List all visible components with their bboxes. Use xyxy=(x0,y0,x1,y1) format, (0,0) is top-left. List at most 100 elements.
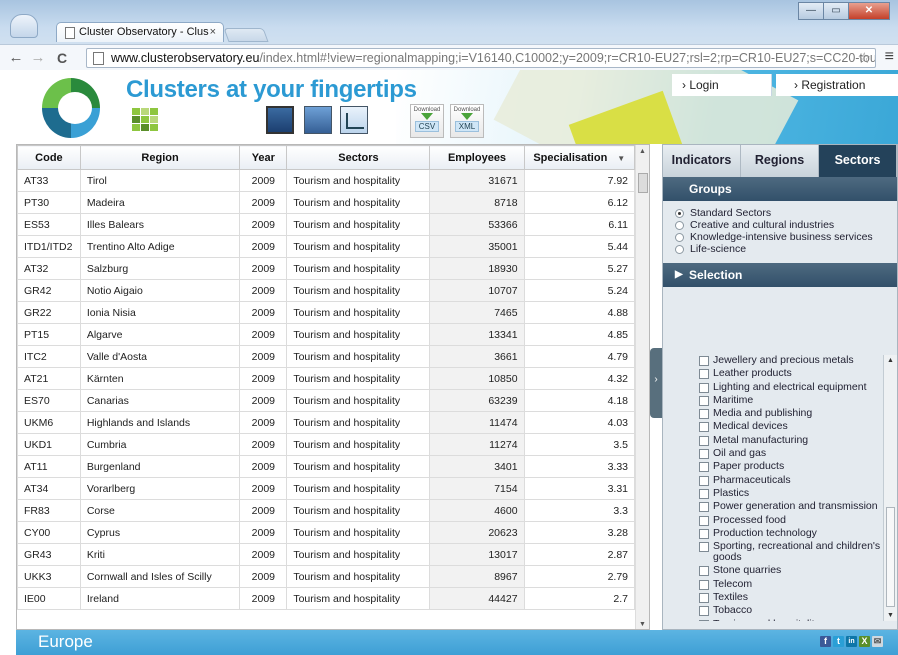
mail-icon[interactable]: ✉ xyxy=(872,636,883,647)
scrollbar-thumb[interactable] xyxy=(886,507,895,607)
radio-button[interactable] xyxy=(675,220,684,230)
sector-option[interactable]: Tobacco xyxy=(699,605,885,617)
download-csv-button[interactable]: Download CSV xyxy=(410,104,444,138)
sector-checkbox[interactable] xyxy=(699,579,709,590)
sector-option[interactable]: Jewellery and precious metals xyxy=(699,355,885,366)
sector-option[interactable]: Textiles xyxy=(699,592,885,604)
group-option[interactable]: Knowledge-intensive business services xyxy=(675,231,897,243)
sector-option[interactable]: Pharmaceuticals xyxy=(699,474,885,486)
panel-collapse-toggle[interactable]: › xyxy=(650,348,662,418)
table-row[interactable]: ES70 Canarias 2009 Tourism and hospitality 6… xyxy=(17,389,636,412)
sector-option[interactable]: Sporting, recreational and children's go… xyxy=(699,541,885,563)
table-row[interactable]: UKM6 Highlands and Islands 2009 Tourism and… xyxy=(17,411,636,434)
table-scrollbar[interactable]: ▲ ▼ xyxy=(635,145,649,629)
reload-icon[interactable]: C xyxy=(52,48,72,68)
table-row[interactable]: GR42 Notio Aigaio 2009 Tourism and hospital… xyxy=(17,279,636,302)
table-row[interactable]: AT21 Kärnten 2009 Tourism and hospitality 10… xyxy=(17,367,636,390)
sector-option[interactable]: Metal manufacturing xyxy=(699,434,885,446)
facebook-icon[interactable]: f xyxy=(820,636,831,647)
sector-checkbox[interactable] xyxy=(699,502,709,513)
column-header-year[interactable]: Year xyxy=(239,145,288,170)
table-row[interactable]: GR43 Kriti 2009 Tourism and hospitality 1301… xyxy=(17,543,636,566)
minimize-button[interactable]: — xyxy=(798,2,824,20)
sector-checkbox[interactable] xyxy=(699,593,709,604)
group-option[interactable]: Standard Sectors xyxy=(675,207,897,219)
table-row[interactable]: ES53 Illes Balears 2009 Tourism and hospita… xyxy=(17,213,636,236)
sector-checkbox[interactable] xyxy=(699,382,709,393)
group-option[interactable]: Creative and cultural industries xyxy=(675,219,897,231)
column-header-sectors[interactable]: Sectors xyxy=(286,145,431,170)
sector-checkbox[interactable] xyxy=(699,356,709,366)
sector-list-scrollbar[interactable]: ▲ ▼ xyxy=(883,355,897,621)
sector-checkbox[interactable] xyxy=(699,528,709,539)
sector-option[interactable]: Stone quarries xyxy=(699,565,885,577)
cluster-grid-icon[interactable] xyxy=(130,106,158,134)
sector-checkbox[interactable] xyxy=(699,435,709,446)
radio-button[interactable] xyxy=(675,208,684,218)
table-row[interactable]: IE00 Ireland 2009 Tourism and hospitality 44… xyxy=(17,587,636,610)
group-option[interactable]: Life-science xyxy=(675,243,897,255)
sector-option[interactable]: Lighting and electrical equipment xyxy=(699,381,885,393)
sector-checkbox[interactable] xyxy=(699,475,709,486)
sector-option[interactable]: Oil and gas xyxy=(699,448,885,460)
sector-option[interactable]: Paper products xyxy=(699,461,885,473)
table-row[interactable]: GR22 Ionia Nisia 2009 Tourism and hospitali… xyxy=(17,301,636,324)
sector-option[interactable]: Production technology xyxy=(699,527,885,539)
map-view-icon[interactable] xyxy=(304,106,332,134)
scroll-down-icon[interactable]: ▼ xyxy=(887,612,894,619)
browser-menu-icon[interactable]: ≡ xyxy=(885,48,894,66)
sector-checkbox[interactable] xyxy=(699,606,709,617)
tab-sectors[interactable]: Sectors xyxy=(819,145,897,177)
sector-checkbox[interactable] xyxy=(699,409,709,420)
linkedin-icon[interactable]: in xyxy=(846,636,857,647)
table-row[interactable]: ITD1/ITD2 Trentino Alto Adige 2009 Tourism … xyxy=(17,235,636,258)
tab-indicators[interactable]: Indicators xyxy=(663,145,741,177)
column-header-region[interactable]: Region xyxy=(79,145,241,170)
table-view-icon[interactable] xyxy=(266,106,294,134)
selection-header[interactable]: ▶ Selection xyxy=(663,263,897,287)
sector-checkbox[interactable] xyxy=(699,449,709,460)
table-row[interactable]: ITC2 Valle d'Aosta 2009 Tourism and hospita… xyxy=(17,345,636,368)
sector-checkbox[interactable] xyxy=(699,566,709,577)
browser-profile-button[interactable] xyxy=(10,14,38,38)
chart-view-icon[interactable] xyxy=(340,106,368,134)
download-xml-button[interactable]: Download XML xyxy=(450,104,484,138)
column-header-employees[interactable]: Employees xyxy=(429,145,525,170)
sector-option[interactable]: Media and publishing xyxy=(699,408,885,420)
login-link[interactable]: › Login xyxy=(672,74,772,96)
xing-icon[interactable]: X xyxy=(859,636,870,647)
browser-tab[interactable]: Cluster Observatory - Clus × xyxy=(56,22,224,42)
sort-descending-icon[interactable]: ▼ xyxy=(617,154,625,163)
sector-checkbox[interactable] xyxy=(699,619,709,621)
table-row[interactable]: UKK3 Cornwall and Isles of Scilly 2009 Tour… xyxy=(17,565,636,588)
table-row[interactable]: PT30 Madeira 2009 Tourism and hospitality 87… xyxy=(17,191,636,214)
sector-checkbox[interactable] xyxy=(699,395,709,406)
table-row[interactable]: FR83 Corse 2009 Tourism and hospitality 4600… xyxy=(17,499,636,522)
back-arrow-icon[interactable]: ← xyxy=(6,48,26,68)
column-header-specialisation[interactable]: Specialisation ▼ xyxy=(523,145,636,170)
cluster-observatory-logo[interactable] xyxy=(42,78,100,138)
table-row[interactable]: UKD1 Cumbria 2009 Tourism and hospitality 11… xyxy=(17,433,636,456)
tab-close-icon[interactable]: × xyxy=(210,26,216,38)
sector-option[interactable]: Leather products xyxy=(699,368,885,380)
new-tab-button[interactable] xyxy=(223,28,269,42)
table-row[interactable]: AT34 Vorarlberg 2009 Tourism and hospitalit… xyxy=(17,477,636,500)
sector-checkbox[interactable] xyxy=(699,462,709,473)
sector-checkbox[interactable] xyxy=(699,542,709,553)
sector-checkbox[interactable] xyxy=(699,422,709,433)
sector-checkbox[interactable] xyxy=(699,369,709,380)
scroll-up-icon[interactable]: ▲ xyxy=(887,357,894,364)
twitter-icon[interactable]: t xyxy=(833,636,844,647)
maximize-button[interactable]: ▭ xyxy=(823,2,849,20)
table-row[interactable]: CY00 Cyprus 2009 Tourism and hospitality 206… xyxy=(17,521,636,544)
scroll-down-icon[interactable]: ▼ xyxy=(639,621,646,628)
table-row[interactable]: AT33 Tirol 2009 Tourism and hospitality 3167… xyxy=(17,169,636,192)
table-row[interactable]: AT32 Salzburg 2009 Tourism and hospitality 1… xyxy=(17,257,636,280)
sector-checkbox[interactable] xyxy=(699,515,709,526)
scroll-up-icon[interactable]: ▲ xyxy=(639,148,646,155)
sector-checkbox[interactable] xyxy=(699,488,709,499)
column-header-code[interactable]: Code xyxy=(17,145,81,170)
sector-option[interactable]: Tourism and hospitality xyxy=(699,618,885,621)
bookmark-star-icon[interactable]: ☆ xyxy=(858,49,871,67)
radio-button[interactable] xyxy=(675,244,684,254)
